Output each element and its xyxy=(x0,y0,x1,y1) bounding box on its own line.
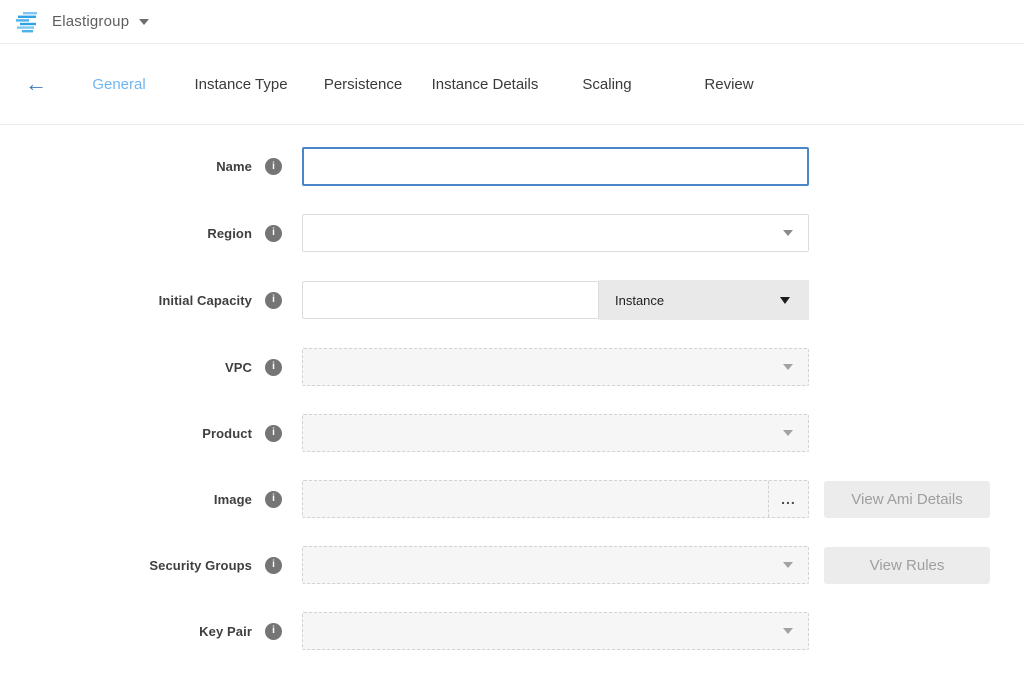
chevron-down-icon xyxy=(139,19,149,25)
info-icon[interactable]: i xyxy=(265,557,282,574)
capacity-unit-value: Instance xyxy=(615,293,664,308)
info-glyph: i xyxy=(272,228,275,238)
info-glyph: i xyxy=(272,362,275,372)
name-label: Name xyxy=(216,159,252,174)
view-rules-button: View Rules xyxy=(824,547,990,584)
tab-instance-details[interactable]: Instance Details xyxy=(424,76,546,93)
info-icon[interactable]: i xyxy=(265,225,282,242)
info-glyph: i xyxy=(272,295,275,305)
form-row-region: Region i xyxy=(0,214,1024,252)
form-row-name: Name i xyxy=(0,147,1024,186)
info-icon[interactable]: i xyxy=(265,491,282,508)
form-row-initial-capacity: Initial Capacity i Instance xyxy=(0,280,1024,320)
top-header: Elastigroup xyxy=(0,0,1024,44)
chevron-down-icon xyxy=(783,562,793,568)
form-row-product: Product i xyxy=(0,414,1024,452)
info-icon[interactable]: i xyxy=(265,158,282,175)
image-input: ... xyxy=(302,480,809,518)
elastigroup-logo-icon xyxy=(16,11,42,33)
name-input[interactable] xyxy=(302,147,809,186)
info-icon[interactable]: i xyxy=(265,623,282,640)
region-label: Region xyxy=(207,226,252,241)
key-pair-label: Key Pair xyxy=(199,624,252,639)
key-pair-select xyxy=(302,612,809,650)
security-groups-select xyxy=(302,546,809,584)
back-button[interactable]: ← xyxy=(14,73,58,95)
chevron-down-icon xyxy=(780,297,790,304)
app-title: Elastigroup xyxy=(52,13,129,30)
info-glyph: i xyxy=(272,494,275,504)
product-select xyxy=(302,414,809,452)
info-glyph: i xyxy=(272,560,275,570)
initial-capacity-input[interactable] xyxy=(302,281,599,319)
region-select[interactable] xyxy=(302,214,809,252)
product-label: Product xyxy=(202,426,252,441)
tab-scaling[interactable]: Scaling xyxy=(546,76,668,93)
info-glyph: i xyxy=(272,428,275,438)
tab-general[interactable]: General xyxy=(58,76,180,93)
capacity-unit-select[interactable]: Instance xyxy=(599,280,809,320)
vpc-select xyxy=(302,348,809,386)
arrow-left-icon: ← xyxy=(25,71,47,96)
tab-review[interactable]: Review xyxy=(668,76,790,93)
image-label: Image xyxy=(214,492,252,507)
wizard-tab-bar: ← General Instance Type Persistence Inst… xyxy=(0,44,1024,125)
info-icon[interactable]: i xyxy=(265,359,282,376)
chevron-down-icon xyxy=(783,628,793,634)
image-input-value xyxy=(303,481,768,517)
info-icon[interactable]: i xyxy=(265,425,282,442)
security-groups-label: Security Groups xyxy=(149,558,252,573)
form-row-key-pair: Key Pair i xyxy=(0,612,1024,650)
form-row-security-groups: Security Groups i View Rules xyxy=(0,546,1024,584)
info-icon[interactable]: i xyxy=(265,292,282,309)
chevron-down-icon xyxy=(783,230,793,236)
tab-persistence[interactable]: Persistence xyxy=(302,76,424,93)
tab-instance-type[interactable]: Instance Type xyxy=(180,76,302,93)
chevron-down-icon xyxy=(783,364,793,370)
elastigroup-product-menu[interactable]: Elastigroup xyxy=(16,11,149,33)
form-row-vpc: VPC i xyxy=(0,348,1024,386)
vpc-label: VPC xyxy=(225,360,252,375)
view-ami-details-button: View Ami Details xyxy=(824,481,990,518)
browse-image-button: ... xyxy=(768,481,808,517)
chevron-down-icon xyxy=(783,430,793,436)
info-glyph: i xyxy=(272,162,275,172)
info-glyph: i xyxy=(272,626,275,636)
general-form: Name i Region i Initial Capacity i Insta… xyxy=(0,125,1024,650)
initial-capacity-label: Initial Capacity xyxy=(159,293,252,308)
form-row-image: Image i ... View Ami Details xyxy=(0,480,1024,518)
